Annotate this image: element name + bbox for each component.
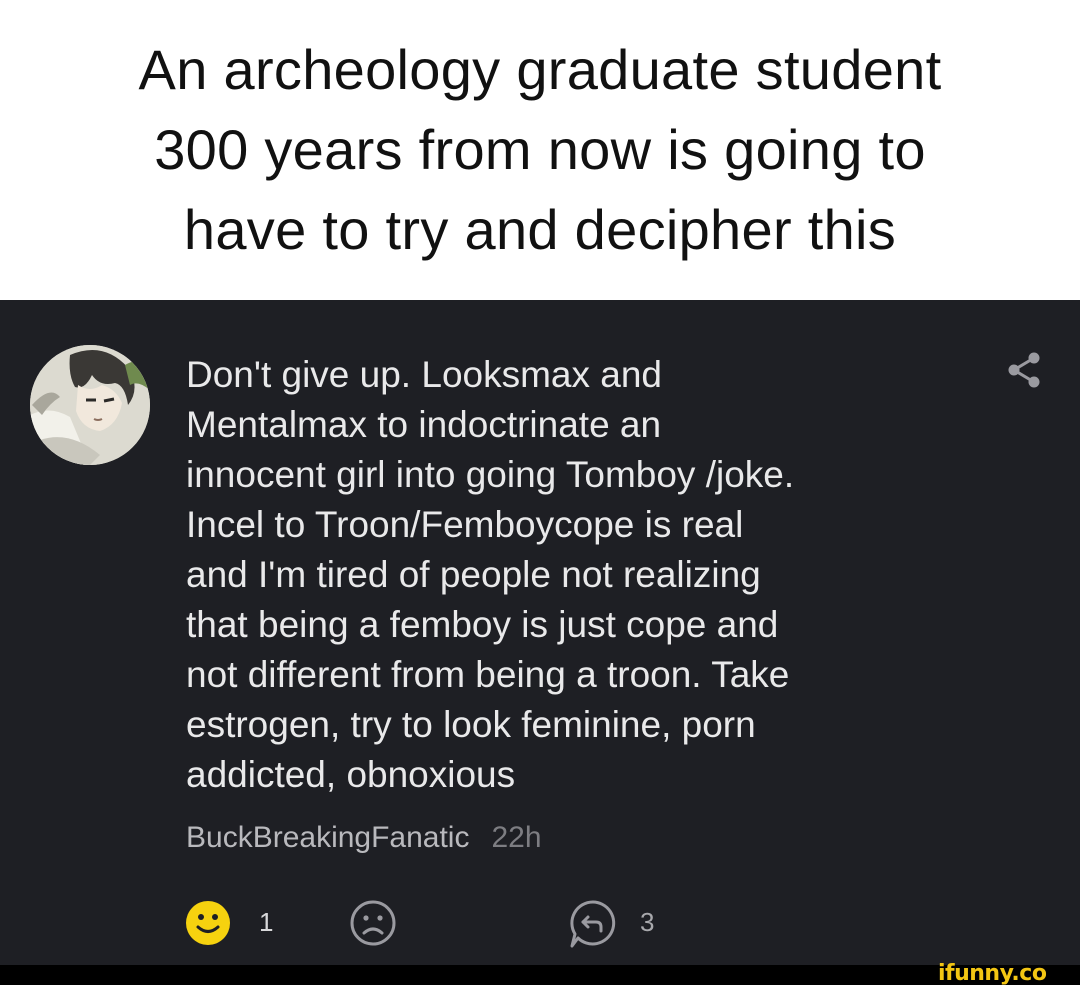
avatar[interactable] (30, 345, 150, 465)
bottom-bar (0, 965, 1080, 985)
comment-card: Don't give up. Looksmax and Mentalmax to… (0, 300, 1080, 965)
comment-line: Mentalmax to indoctrinate an (186, 404, 662, 445)
meme-caption: An archeology graduate student 300 years… (0, 0, 1080, 300)
anime-character-avatar-icon (30, 345, 150, 465)
caption-line: have to try and decipher this (183, 198, 897, 261)
timestamp: 22h (491, 821, 542, 854)
caption-line: An archeology graduate student (138, 38, 942, 101)
comment-line: not different from being a troon. Take (186, 654, 790, 695)
reply-button[interactable] (566, 898, 622, 950)
comment-line: estrogen, try to look feminine, porn (186, 704, 756, 745)
username-link[interactable]: BuckBreakingFanatic (186, 821, 469, 854)
smile-icon (186, 901, 230, 945)
frown-button[interactable] (346, 898, 402, 948)
comment-meta: BuckBreakingFanatic 22h (186, 818, 542, 858)
share-icon[interactable] (1004, 350, 1044, 390)
reply-icon (570, 900, 616, 948)
ifunny-watermark: ifunny.co (938, 961, 1047, 985)
smile-count: 1 (259, 907, 274, 937)
frown-icon (350, 900, 396, 946)
comment-line: Don't give up. Looksmax and (186, 354, 663, 395)
caption-text: An archeology graduate student 300 years… (139, 30, 942, 270)
comment-line: Incel to Troon/Femboycope is real (186, 504, 744, 545)
comment-line: innocent girl into going Tomboy /joke. (186, 454, 795, 495)
smile-button[interactable] (184, 898, 242, 948)
comment-line: and I'm tired of people not realizing (186, 554, 761, 595)
comment-line: addicted, obnoxious (186, 754, 516, 795)
reply-count: 3 (640, 907, 655, 937)
caption-line: 300 years from now is going to (154, 118, 926, 181)
comment-line: that being a femboy is just cope and (186, 604, 779, 645)
comment-text: Don't give up. Looksmax and Mentalmax to… (186, 350, 946, 800)
